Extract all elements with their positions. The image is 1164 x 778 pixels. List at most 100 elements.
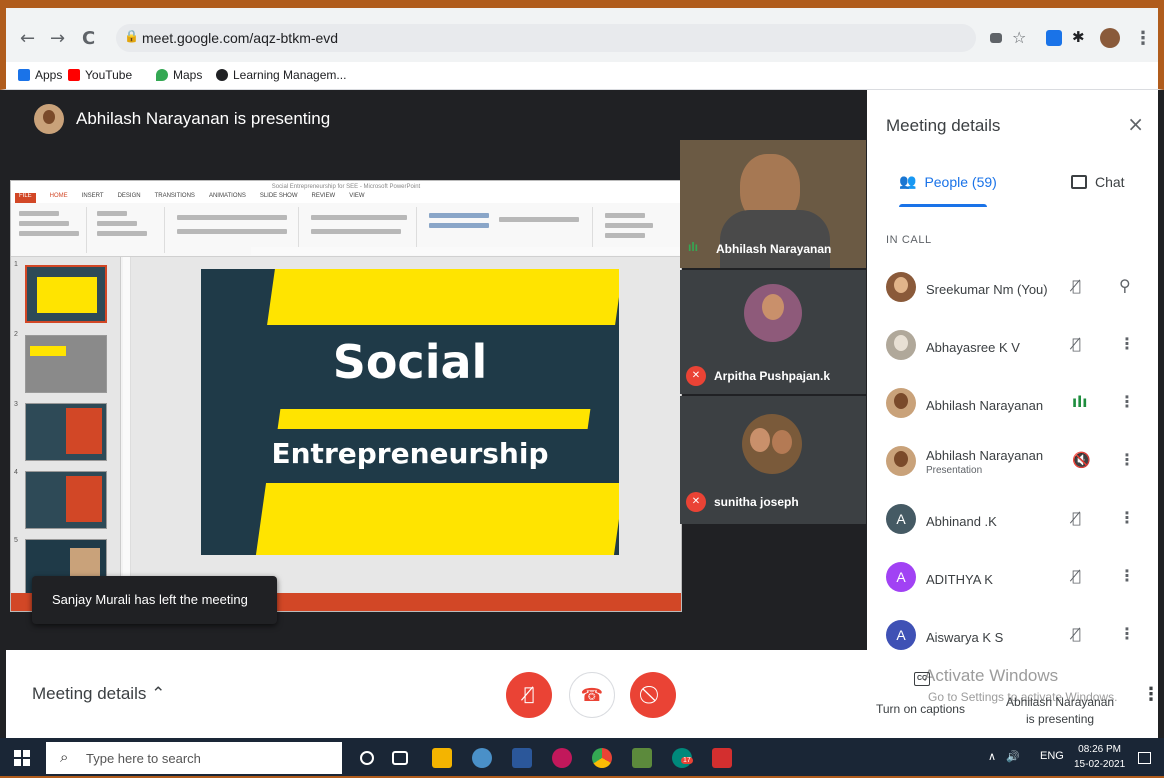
phone-hangup-icon: ☎	[580, 685, 604, 706]
acrobat-icon[interactable]	[712, 748, 732, 768]
tile-sunitha[interactable]: ✕ sunitha joseph	[680, 396, 866, 524]
people-icon: 👥	[899, 174, 917, 190]
slide-title: Social	[332, 335, 488, 389]
mic-off-icon: 🎙̸	[1072, 567, 1082, 585]
tab-chat[interactable]: Chat	[1071, 174, 1125, 190]
avatar	[886, 446, 916, 476]
participant-row[interactable]: A ADITHYA K 🎙̸ ⋮	[867, 552, 1158, 608]
puzzle-icon[interactable]: ✱	[1072, 28, 1085, 46]
tab-indicator	[899, 204, 987, 207]
back-button[interactable]: ←	[20, 28, 35, 49]
meet-icon[interactable]: 17	[672, 748, 693, 768]
speaking-icon: ılı	[688, 240, 699, 254]
notification-badge: 17	[681, 757, 693, 764]
mic-off-icon: 🎙̸	[1072, 277, 1082, 295]
slide-subtitle: Entrepreneurship	[271, 437, 549, 470]
mic-toggle-button[interactable]: 🎙̸	[506, 672, 552, 718]
participant-row[interactable]: A Aiswarya K S 🎙̸ ⋮	[867, 610, 1158, 650]
language-indicator[interactable]: ENG	[1040, 750, 1064, 762]
maps-pin-icon	[156, 69, 168, 81]
shared-screen: Social Entrepreneurship for SEE - Micros…	[10, 180, 801, 612]
tile-name: sunitha joseph	[714, 495, 799, 509]
mic-off-icon: 🎙̸	[1072, 509, 1082, 527]
windows-taskbar: ⌕ Type here to search 17 ∧ 🔊 ENG 08:26 P…	[0, 738, 1164, 778]
participant-row[interactable]: Abhayasree K V 🎙̸ ⋮	[867, 320, 1158, 376]
participant-row[interactable]: Abhilash Narayanan Presentation 🔇 ⋮	[867, 436, 1158, 492]
participant-row[interactable]: Sreekumar Nm (You) 🎙̸ ⚲	[867, 262, 1158, 318]
more-options-icon[interactable]: ⋮	[1119, 392, 1135, 411]
file-explorer-icon[interactable]	[432, 748, 452, 768]
participant-row[interactable]: Abhilash Narayanan ılı ⋮	[867, 378, 1158, 434]
app-icon[interactable]	[472, 748, 492, 768]
meeting-details-button[interactable]: Meeting details ⌃	[32, 684, 165, 704]
avatar	[886, 330, 916, 360]
mic-off-icon: 🎙̸	[523, 684, 535, 705]
presenter-text: Abhilash Narayanan is presenting	[76, 109, 331, 128]
tile-arpitha[interactable]: ✕ Arpitha Pushpajan.k	[680, 270, 866, 394]
apps-grid-icon	[18, 69, 30, 81]
word-icon[interactable]	[512, 748, 532, 768]
bookmark-apps[interactable]: Apps	[18, 68, 62, 82]
star-icon[interactable]: ☆	[1012, 28, 1026, 47]
participant-row[interactable]: A Abhinand .K 🎙̸ ⋮	[867, 494, 1158, 550]
notification-toast: Sanjay Murali has left the meeting	[32, 576, 277, 624]
presenting-chip[interactable]: Abhilash Narayanan is presenting	[1006, 694, 1114, 728]
bookmark-maps[interactable]: Maps	[156, 68, 202, 82]
presentation-muted-icon: 🔇	[1072, 451, 1091, 469]
ppt-title: Social Entrepreneurship for SEE - Micros…	[11, 181, 681, 193]
more-options-icon[interactable]: ⋮	[1119, 624, 1135, 643]
url-text: meet.google.com/aqz-btkm-evd	[142, 30, 339, 46]
mic-off-icon: ✕	[686, 366, 706, 386]
windows-start-icon[interactable]	[14, 750, 30, 766]
address-bar[interactable]: 🔒 meet.google.com/aqz-btkm-evd	[116, 24, 976, 52]
task-view-icon[interactable]	[392, 751, 408, 765]
pin-icon[interactable]: ⚲	[1119, 276, 1131, 295]
captions-icon[interactable]: CC	[914, 672, 930, 686]
chrome-icon[interactable]	[592, 748, 612, 768]
ppt-ribbon-tabs: FILE HOME INSERT DESIGN TRANSITIONS ANIM…	[11, 193, 681, 203]
mic-off-icon: ✕	[686, 492, 706, 512]
camera-icon[interactable]	[990, 33, 1002, 43]
app-icon[interactable]	[632, 748, 652, 768]
forward-button[interactable]: →	[50, 28, 65, 49]
meeting-details-panel: Meeting details × 👥 People (59) Chat IN …	[867, 90, 1158, 650]
cortana-icon[interactable]	[360, 751, 374, 765]
tile-abhilash[interactable]: ılı Abhilash Narayanan	[680, 140, 866, 268]
more-options-icon[interactable]: ⋮	[1119, 334, 1135, 353]
close-icon[interactable]: ×	[1127, 112, 1144, 136]
profile-avatar[interactable]	[1100, 28, 1120, 48]
tray-chevron-icon[interactable]: ∧	[988, 750, 996, 763]
slide-thumb-1	[25, 265, 107, 323]
slide-canvas: Social Entrepreneurship	[131, 247, 801, 595]
more-options-icon[interactable]: ⋮	[1119, 450, 1135, 469]
more-options-icon[interactable]: ⋮	[1119, 566, 1135, 585]
avatar	[886, 388, 916, 418]
camera-toggle-button[interactable]: ⃠	[630, 672, 676, 718]
more-options-icon[interactable]: ⋮	[1142, 684, 1160, 705]
leave-call-button[interactable]: ☎	[569, 672, 615, 718]
more-options-icon[interactable]: ⋮	[1119, 508, 1135, 527]
extension-icon[interactable]	[1046, 30, 1062, 46]
app-icon[interactable]	[552, 748, 572, 768]
taskbar-search[interactable]: ⌕ Type here to search	[46, 742, 342, 774]
system-clock[interactable]: 08:26 PM 15-02-2021	[1074, 742, 1125, 772]
speaking-icon: ılı	[1072, 393, 1088, 411]
avatar: A	[886, 620, 916, 650]
tab-people[interactable]: 👥 People (59)	[899, 174, 997, 190]
reload-button[interactable]: C	[82, 28, 95, 49]
captions-button[interactable]: Turn on captions	[876, 702, 965, 716]
notifications-icon[interactable]	[1138, 752, 1151, 764]
volume-icon[interactable]: 🔊	[1006, 750, 1020, 763]
meet-stage: Abhilash Narayanan is presenting Social …	[6, 90, 867, 650]
windows-activation-watermark: Activate Windows	[924, 666, 1059, 685]
chevron-up-icon: ⌃	[151, 684, 166, 704]
slide-thumb-4	[25, 471, 107, 529]
avatar: A	[886, 562, 916, 592]
ppt-body: 1 2 3 4 5 Social Entrepreneurship	[11, 247, 801, 597]
bookmarks-bar: Apps YouTube Maps Learning Managem...	[0, 62, 1164, 90]
participant-avatar	[744, 284, 802, 342]
bookmark-lms[interactable]: Learning Managem...	[216, 68, 346, 82]
bookmark-youtube[interactable]: YouTube	[68, 68, 132, 82]
browser-menu-icon[interactable]: ⋮	[1134, 28, 1152, 49]
panel-title: Meeting details	[886, 116, 1001, 135]
